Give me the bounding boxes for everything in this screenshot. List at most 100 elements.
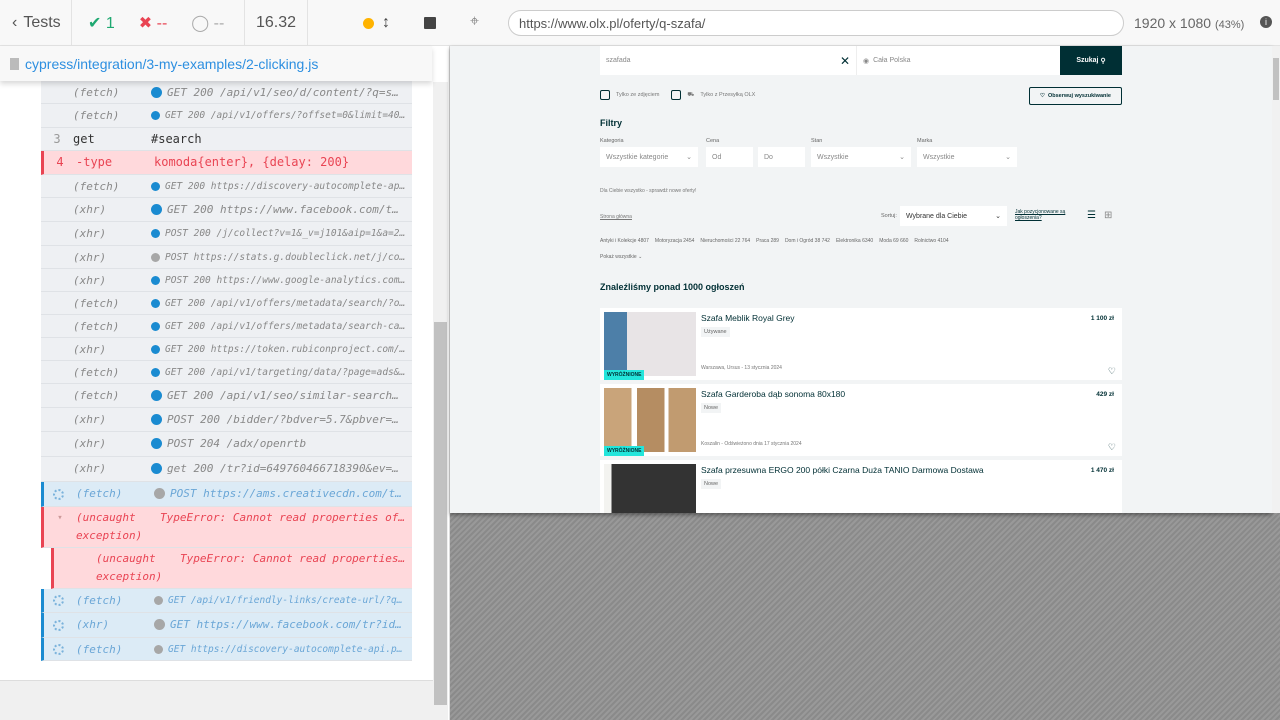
- category-select[interactable]: Wszystkie kategorie ⌄: [600, 147, 698, 167]
- log-request[interactable]: (fetch) GET 200 /api/v1/offers/metadata/s…: [41, 315, 412, 338]
- state-label: Stan: [811, 138, 823, 144]
- stop-button[interactable]: [424, 17, 436, 29]
- log-command-name: (fetch): [73, 86, 120, 99]
- list-view-icon[interactable]: ☰: [1087, 210, 1096, 221]
- log-command-name: (xhr): [73, 251, 107, 264]
- show-all-link[interactable]: Pokaż wszystkie ⌄: [600, 254, 642, 260]
- status-dot-icon: [151, 345, 160, 354]
- url-field[interactable]: https://www.olx.pl/oferty/q-szafa/: [508, 10, 1124, 36]
- search-icon: ⚲: [1100, 57, 1106, 65]
- listing-card[interactable]: Szafa przesuwna ERGO 200 półki Czarna Du…: [600, 460, 1122, 513]
- category-link[interactable]: Motoryzacja 2454: [655, 238, 694, 244]
- log-message: komoda{enter}, {delay: 200}: [154, 151, 412, 169]
- log-message: #search: [151, 128, 412, 146]
- category-link[interactable]: Praca 289: [756, 238, 779, 244]
- status-dot-icon: [154, 596, 163, 605]
- log-exception[interactable]: (uncaught exception) TypeError: Cannot re…: [51, 548, 412, 589]
- log-request[interactable]: (xhr) GET 200 https://www.facebook.com/t…: [41, 198, 412, 222]
- only-photo-checkbox[interactable]: [600, 90, 610, 100]
- positioning-link[interactable]: Jak pozycjonowane są ogłoszenia?: [1015, 209, 1080, 221]
- log-message-text: POST https://ams.creativecdn.com/t…: [170, 487, 402, 500]
- log-message: GET 200 /api/v1/targeting/data/?page=ads…: [151, 361, 412, 379]
- command-log: (fetch) GET 200 /api/v1/seo/d/content/?q=…: [41, 81, 412, 661]
- auto-scroll-toggle-icon[interactable]: ↕: [382, 14, 390, 32]
- scrollbar-thumb[interactable]: [434, 322, 447, 705]
- log-message-text: GET 200 https://discovery-autocomplete-a…: [165, 181, 406, 192]
- search-input[interactable]: szafada ✕: [600, 46, 856, 75]
- listing-card[interactable]: WYRÓŻNIONE Szafa Meblik Royal Grey Używane…: [600, 308, 1122, 380]
- clear-icon[interactable]: ✕: [840, 54, 850, 68]
- log-request[interactable]: (fetch) GET 200 /api/v1/seo/similar-searc…: [41, 384, 412, 408]
- favorite-heart-icon[interactable]: ♡: [1108, 366, 1116, 377]
- listing-title[interactable]: Szafa Meblik Royal Grey: [701, 313, 795, 323]
- log-command-name: (xhr): [73, 227, 107, 240]
- category-link[interactable]: Elektronika 6340: [836, 238, 873, 244]
- log-request[interactable]: (xhr) POST 200 /bidder/?bdver=5.7&pbver=…: [41, 408, 412, 432]
- listing-title[interactable]: Szafa przesuwna ERGO 200 półki Czarna Du…: [701, 465, 984, 475]
- location-input[interactable]: ◉ Cała Polska: [856, 46, 1060, 75]
- back-to-tests-button[interactable]: ‹ Tests: [0, 0, 72, 46]
- log-request[interactable]: (fetch) POST https://ams.creativecdn.com/…: [41, 482, 412, 507]
- log-request[interactable]: (fetch) GET 200 https://discovery-autocom…: [41, 175, 412, 198]
- grid-view-icon[interactable]: ⊞: [1104, 210, 1112, 221]
- log-exception[interactable]: ▾ (uncaught exception) TypeError: Cannot r…: [41, 507, 412, 548]
- log-request[interactable]: (fetch) GET 200 /api/v1/offers/?offset=0&…: [41, 104, 412, 128]
- log-number: [44, 482, 76, 487]
- log-message-text: POST 204 /adx/openrtb: [167, 437, 307, 450]
- observe-search-button[interactable]: ♡ Obserwuj wyszukiwanie: [1029, 87, 1122, 105]
- log-request[interactable]: (xhr) POST 204 /adx/openrtb: [41, 432, 412, 457]
- log-request[interactable]: (fetch) GET https://discovery-autocomplet…: [41, 638, 412, 661]
- loading-spinner-icon: [53, 595, 64, 606]
- log-message: POST 200 https://www.google-analytics.co…: [151, 269, 412, 287]
- info-icon[interactable]: i: [1260, 16, 1272, 28]
- breadcrumb-home[interactable]: Strona główna: [600, 214, 632, 220]
- loading-spinner-icon: [53, 488, 64, 500]
- log-request[interactable]: (fetch) GET 200 /api/v1/targeting/data/?p…: [41, 361, 412, 384]
- log-number: [41, 361, 73, 366]
- log-request[interactable]: 4 -type komoda{enter}, {delay: 200}: [41, 151, 412, 175]
- state-select[interactable]: Wszystkie ⌄: [811, 147, 911, 167]
- log-scrollbar[interactable]: [433, 82, 448, 720]
- listing-title[interactable]: Szafa Garderoba dąb sonoma 80x180: [701, 389, 845, 399]
- spec-file-path[interactable]: cypress/integration/3-my-examples/2-clic…: [0, 46, 432, 81]
- sort-select[interactable]: Wybrane dla Ciebie ⌄: [900, 206, 1007, 226]
- category-link[interactable]: Dom i Ogród 38 742: [785, 238, 830, 244]
- category-link[interactable]: Antyki i Kolekcje 4807: [600, 238, 649, 244]
- log-command[interactable]: 3 get #search: [41, 128, 412, 151]
- log-request[interactable]: (fetch) GET 200 /api/v1/seo/d/content/?q=…: [41, 81, 412, 104]
- log-message: GET 200 https://discovery-autocomplete-a…: [151, 175, 412, 193]
- log-message: GET 200 /api/v1/offers/metadata/search/?…: [151, 292, 412, 310]
- listing-condition: Nowe: [701, 403, 722, 413]
- log-message-text: GET 200 /api/v1/targeting/data/?page=ads…: [165, 367, 406, 378]
- preview-scrollbar[interactable]: [1272, 46, 1280, 513]
- brand-select[interactable]: Wszystkie ⌄: [917, 147, 1017, 167]
- sort-label: Sortuj:: [881, 213, 897, 219]
- log-request[interactable]: (xhr) POST https://stats.g.doubleclick.ne…: [41, 246, 412, 269]
- category-link[interactable]: Moda 69 660: [879, 238, 908, 244]
- log-request[interactable]: (xhr) get 200 /tr?id=649760466718390&ev=…: [41, 457, 412, 482]
- scrollbar-thumb[interactable]: [1273, 58, 1279, 100]
- favorite-heart-icon[interactable]: ♡: [1108, 442, 1116, 453]
- category-link[interactable]: Rolnictwo 4104: [914, 238, 948, 244]
- category-link[interactable]: Nieruchomości 22 764: [700, 238, 750, 244]
- listing-card[interactable]: WYRÓŻNIONE Szafa Garderoba dąb sonoma 80x…: [600, 384, 1122, 456]
- log-request[interactable]: (fetch) GET 200 /api/v1/offers/metadata/s…: [41, 292, 412, 315]
- log-message: GET https://www.facebook.com/tr?id…: [154, 613, 412, 631]
- log-number: [44, 638, 76, 643]
- log-message: GET 200 /api/v1/offers/metadata/search-c…: [151, 315, 412, 333]
- price-from-input[interactable]: Od: [706, 147, 753, 167]
- selector-playground-icon[interactable]: ⌖: [470, 13, 479, 31]
- search-button[interactable]: Szukaj ⚲: [1060, 46, 1122, 75]
- listing-price: 1 100 zł: [1090, 315, 1114, 322]
- log-request[interactable]: (xhr) POST 200 /j/collect?v=1&_v=j101&aip…: [41, 222, 412, 246]
- log-number: [41, 432, 73, 437]
- log-request[interactable]: (fetch) GET /api/v1/friendly-links/create…: [41, 589, 412, 613]
- only-shipping-checkbox[interactable]: [671, 90, 682, 100]
- log-request[interactable]: (xhr) GET 200 https://token.rubiconprojec…: [41, 338, 412, 361]
- log-number: [41, 198, 73, 203]
- log-request[interactable]: (xhr) POST 200 https://www.google-analyti…: [41, 269, 412, 292]
- log-command-name: (fetch): [73, 366, 120, 379]
- status-dot-icon: [151, 390, 162, 401]
- price-to-input[interactable]: Do: [758, 147, 805, 167]
- log-request[interactable]: (xhr) GET https://www.facebook.com/tr?id…: [41, 613, 412, 638]
